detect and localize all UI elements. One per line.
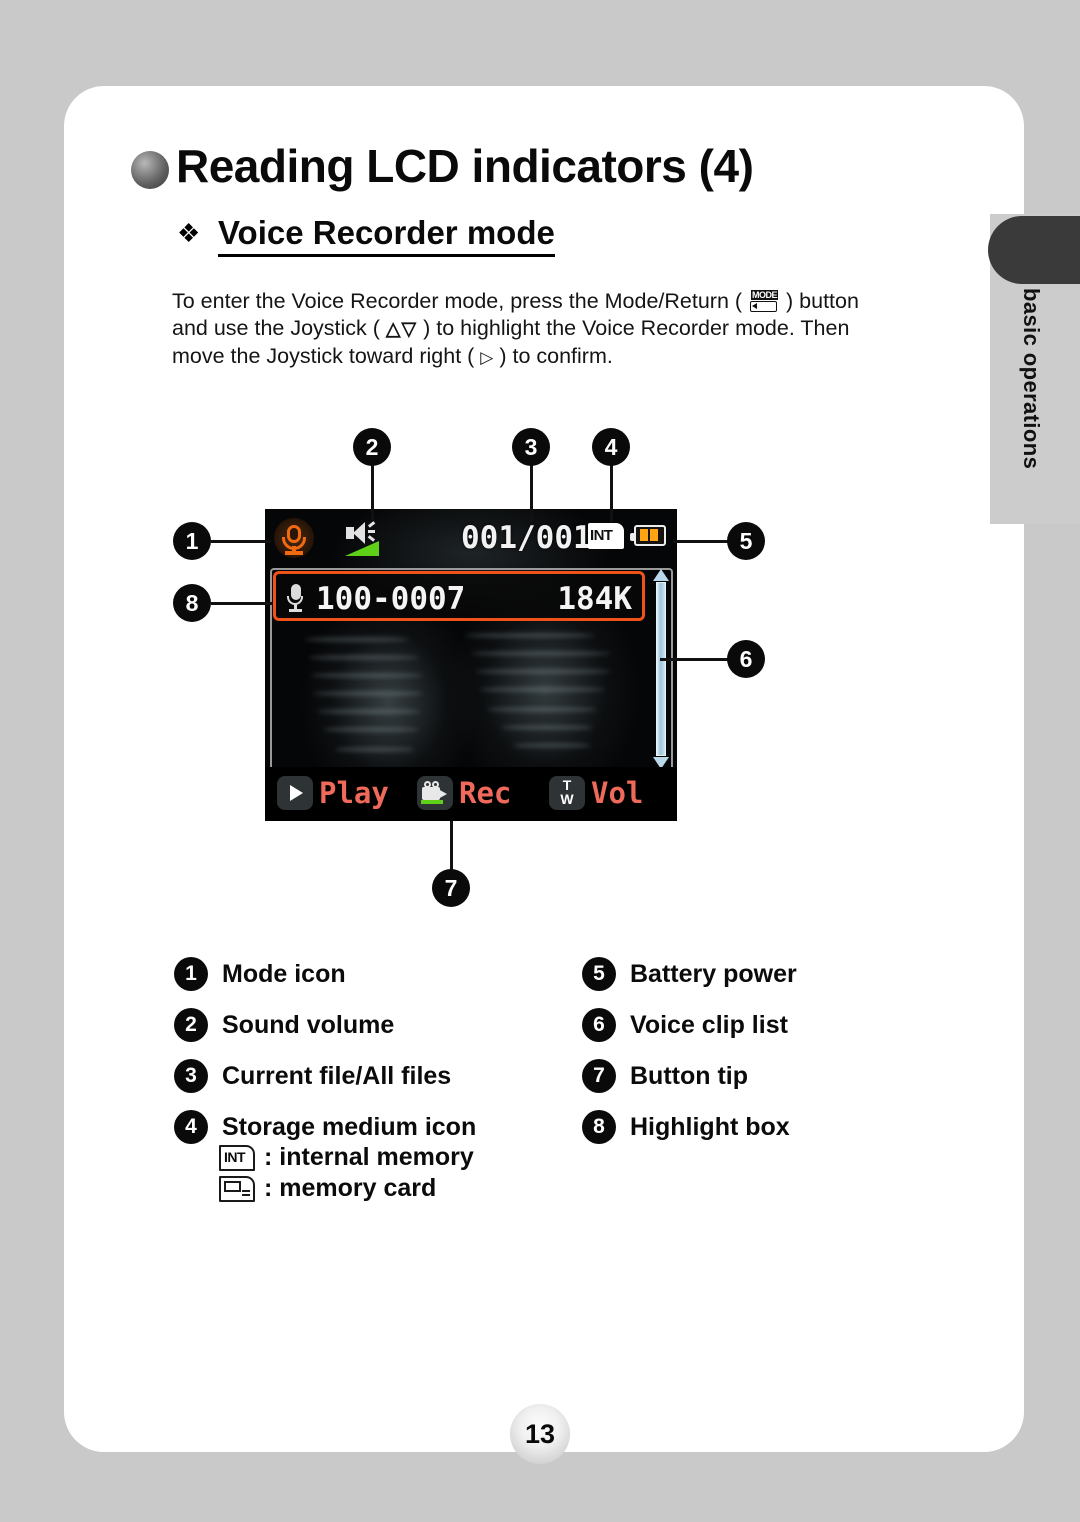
legend-bubble-2: 2 xyxy=(174,1008,208,1042)
callout-6: 6 xyxy=(727,640,765,678)
callout-7: 7 xyxy=(432,869,470,907)
joystick-right-icon: ▷ xyxy=(480,348,494,367)
leader-line-8 xyxy=(211,602,273,605)
legend-label-8: Highlight box xyxy=(630,1113,790,1141)
para-line1-a: To enter the Voice Recorder mode, press … xyxy=(172,289,743,313)
leader-line-5 xyxy=(673,540,729,543)
legend-item-8: 8 Highlight box xyxy=(582,1110,790,1144)
intro-paragraph: To enter the Voice Recorder mode, press … xyxy=(172,288,892,371)
legend-item-6: 6 Voice clip list xyxy=(582,1008,788,1042)
legend-label-7: Button tip xyxy=(630,1062,749,1090)
para-line3-a: move the Joystick toward right ( xyxy=(172,344,475,368)
lcd-status-bar: 001/001 INT xyxy=(265,509,677,566)
scroll-up-arrow-icon[interactable] xyxy=(653,569,669,581)
button-tip-bar: Play Rec T W Vol xyxy=(265,767,677,821)
legend-item-3: 3 Current file/All files xyxy=(174,1059,451,1093)
legend-item-7: 7 Button tip xyxy=(582,1059,748,1093)
callout-8: 8 xyxy=(173,584,211,622)
internal-memory-label: : internal memory xyxy=(264,1143,474,1171)
legend-bubble-4: 4 xyxy=(174,1110,208,1144)
memory-card-icon xyxy=(219,1175,255,1202)
memory-card-label: : memory card xyxy=(264,1174,437,1202)
storage-medium-label: INT xyxy=(590,527,613,544)
callout-1: 1 xyxy=(173,522,211,560)
legend-label-2: Sound volume xyxy=(222,1011,395,1039)
storage-internal-line: INT : internal memory xyxy=(219,1143,474,1172)
lcd-screen-mock: 001/001 INT 100-0007 184K Play Rec T W V… xyxy=(265,509,677,821)
leader-line-7 xyxy=(450,821,453,873)
camcorder-rec-icon xyxy=(417,776,453,810)
tip-play-label: Play xyxy=(319,776,389,810)
section-subtitle: Voice Recorder mode xyxy=(218,214,555,257)
legend-bubble-3: 3 xyxy=(174,1059,208,1093)
storage-medium-icon: INT xyxy=(588,523,624,549)
internal-memory-icon: INT xyxy=(219,1144,255,1171)
legend-bubble-5: 5 xyxy=(582,957,616,991)
legend-item-2: 2 Sound volume xyxy=(174,1008,394,1042)
mode-button-arrow xyxy=(752,303,758,309)
leader-line-2 xyxy=(371,460,374,520)
list-scrollbar[interactable] xyxy=(651,569,671,769)
tip-vol-label: Vol xyxy=(591,776,644,810)
para-line3-b: ) to confirm. xyxy=(499,344,613,368)
manual-page: basic operations Reading LCD indicators … xyxy=(0,0,1080,1522)
leader-line-6 xyxy=(660,658,729,661)
para-line2-a: and use the Joystick ( xyxy=(172,316,380,340)
sphere-bullet-icon xyxy=(131,151,169,189)
legend-bubble-6: 6 xyxy=(582,1008,616,1042)
legend-label-6: Voice clip list xyxy=(630,1011,788,1039)
highlight-box[interactable]: 100-0007 184K xyxy=(273,571,645,621)
clip-name: 100-0007 xyxy=(316,581,466,617)
internal-memory-icon-label: INT xyxy=(224,1148,246,1165)
speaker-volume-icon xyxy=(343,519,389,559)
microphone-icon xyxy=(286,584,306,614)
side-tab-label: basic operations xyxy=(1019,288,1044,470)
legend-label-3: Current file/All files xyxy=(222,1062,452,1090)
page-number-badge: 13 xyxy=(510,1404,570,1464)
callout-4: 4 xyxy=(592,428,630,466)
tip-rec-label: Rec xyxy=(459,776,512,810)
file-counter: 001/001 xyxy=(461,520,592,556)
legend-item-4: 4 Storage medium icon xyxy=(174,1110,476,1144)
legend-label-1: Mode icon xyxy=(222,960,346,988)
leader-line-4 xyxy=(610,460,613,522)
leader-line-3 xyxy=(530,460,533,522)
leader-line-1 xyxy=(211,540,271,543)
mode-button-icon: MODE xyxy=(748,290,780,314)
callout-3: 3 xyxy=(512,428,550,466)
microphone-mode-icon xyxy=(274,518,314,558)
storage-card-line: : memory card xyxy=(219,1174,436,1203)
legend-bubble-7: 7 xyxy=(582,1059,616,1093)
legend-bubble-1: 1 xyxy=(174,957,208,991)
joystick-updown-icon: △▽ xyxy=(385,319,418,340)
callout-5: 5 xyxy=(727,522,765,560)
diamond-bullet-icon: ❖ xyxy=(177,218,201,248)
battery-icon xyxy=(630,525,666,546)
callout-2: 2 xyxy=(353,428,391,466)
wide-label: W xyxy=(560,791,574,807)
side-tab-marker xyxy=(988,216,1080,284)
mode-button-label: MODE xyxy=(751,290,779,300)
scrollbar-thumb[interactable] xyxy=(656,582,666,756)
para-line2-b: ) to highlight the Voice Recorder mode. … xyxy=(423,316,850,340)
legend-bubble-8: 8 xyxy=(582,1110,616,1144)
legend-label-4: Storage medium icon xyxy=(222,1113,477,1141)
legend-item-5: 5 Battery power xyxy=(582,957,797,991)
page-title: Reading LCD indicators (4) xyxy=(176,140,754,192)
play-icon xyxy=(290,785,303,801)
tele-wide-icon: T W xyxy=(549,776,585,810)
legend-item-1: 1 Mode icon xyxy=(174,957,346,991)
clip-size: 184K xyxy=(557,581,632,617)
legend-label-5: Battery power xyxy=(630,960,797,988)
para-line1-b: ) button xyxy=(786,289,859,313)
